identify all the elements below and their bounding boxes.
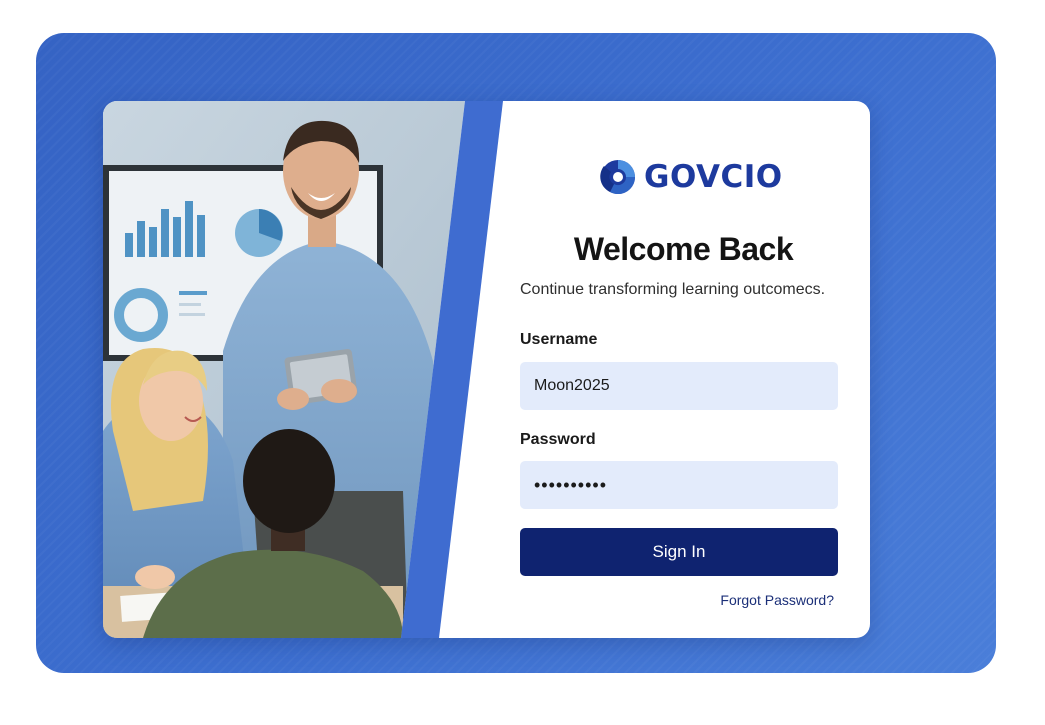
page-title: Welcome Back xyxy=(573,231,794,267)
username-label: Username xyxy=(520,331,598,348)
password-label: Password xyxy=(520,431,596,448)
login-form: GOVCIO Welcome Back Continue transformin… xyxy=(103,101,870,638)
login-card: GOVCIO Welcome Back Continue transformin… xyxy=(103,101,870,638)
brand-name: GOVCIO xyxy=(644,159,783,195)
username-field[interactable]: Moon2025 xyxy=(520,362,838,410)
brand-logo: GOVCIO xyxy=(598,155,783,199)
govcio-swirl-logo-icon xyxy=(600,160,635,194)
password-field[interactable]: •••••••••• xyxy=(520,461,838,509)
sign-in-button[interactable]: Sign In xyxy=(520,528,838,576)
forgot-password-link[interactable]: Forgot Password? xyxy=(720,592,834,608)
page-subtitle: Continue transforming learning outcomecs… xyxy=(520,281,826,298)
